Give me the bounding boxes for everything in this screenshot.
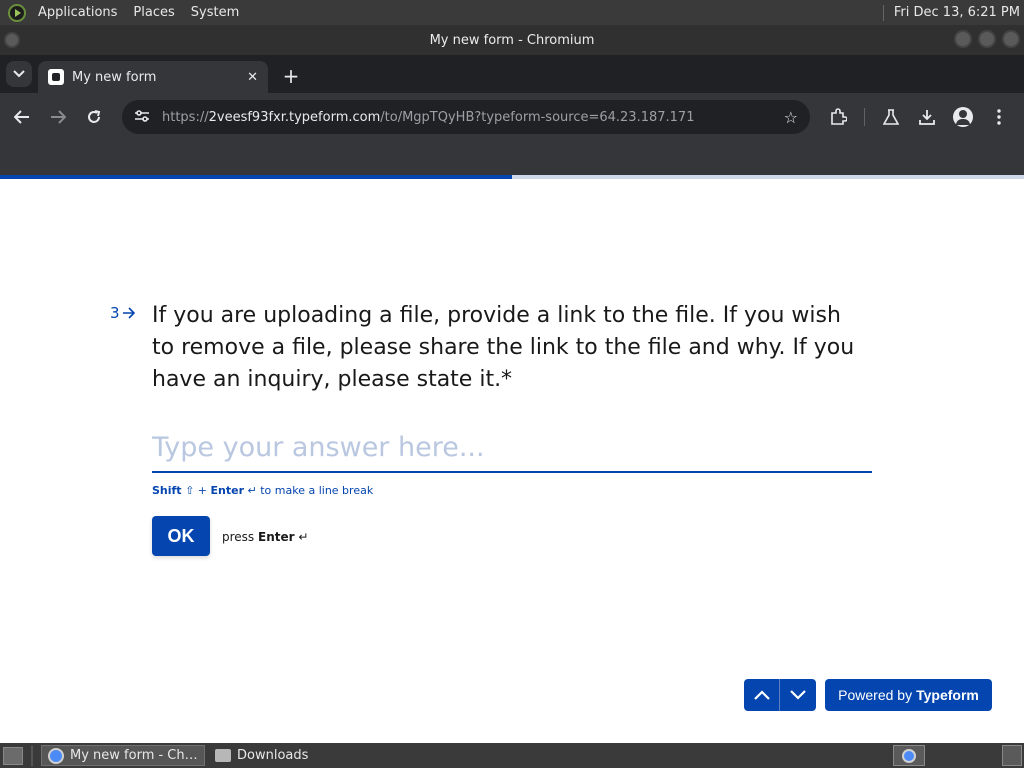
url-path: /to/MgpTQyHB?typeform-source=64.23.187.1… <box>380 109 695 125</box>
progress-bar-fill <box>0 175 512 179</box>
toolbar-bottom-area <box>0 141 1024 175</box>
question-number-text: 3 <box>110 304 120 322</box>
chevron-down-icon <box>790 690 806 700</box>
arrow-right-icon <box>122 307 135 319</box>
clock-text: Fri Dec 13, 6:21 PM <box>893 5 1020 20</box>
line-break-hint: Shift ⇧ + Enter ↵ to make a line break <box>152 484 373 497</box>
window-titlebar[interactable]: My new form - Chromium <box>0 25 1024 55</box>
reload-icon <box>88 110 101 123</box>
next-question-button[interactable] <box>780 679 816 711</box>
site-settings-icon[interactable] <box>134 109 150 125</box>
hint-shift: Shift <box>152 484 182 497</box>
enter-key-icon: ↵ <box>298 530 309 544</box>
typeform-favicon-icon <box>48 69 64 85</box>
press-label: press <box>222 530 255 544</box>
press-enter-key: Enter <box>258 530 295 544</box>
toolbar-divider <box>864 108 865 126</box>
browser-toolbar: https://2veesf93fxr.typeform.com/to/MgpT… <box>0 93 1024 141</box>
taskbar-separator <box>31 745 33 766</box>
new-tab-button[interactable]: + <box>278 63 304 89</box>
system-menu[interactable]: System <box>183 5 247 20</box>
answer-field-wrapper <box>152 427 872 473</box>
url-prefix: https:// <box>162 109 209 125</box>
window-title: My new form - Chromium <box>429 32 595 48</box>
enter-key-icon: ↵ <box>247 484 257 497</box>
panel-separator <box>882 4 884 21</box>
taskbar-item-label: My new form - Chro... <box>70 748 198 763</box>
show-desktop-button[interactable] <box>3 746 23 765</box>
arrow-right-icon <box>51 110 66 124</box>
reload-button[interactable] <box>76 99 112 135</box>
answer-input[interactable] <box>152 427 872 467</box>
question-navigation <box>744 679 816 711</box>
question-text: If you are uploading a file, provide a l… <box>152 303 855 392</box>
more-menu-icon[interactable] <box>989 107 1009 127</box>
taskbar-item-downloads[interactable]: Downloads <box>209 745 379 766</box>
address-bar[interactable]: https://2veesf93fxr.typeform.com/to/MgpT… <box>122 100 810 134</box>
chromium-icon <box>48 747 64 764</box>
powered-by-label: Powered by <box>838 687 913 703</box>
arrow-left-icon <box>14 110 29 124</box>
tab-strip: My new form ✕ + <box>0 55 1024 93</box>
tab-search-button[interactable] <box>6 61 32 87</box>
bookmark-star-icon[interactable]: ☆ <box>784 108 798 127</box>
labs-flask-icon[interactable] <box>881 107 901 127</box>
hint-rest: to make a line break <box>260 484 374 497</box>
distro-logo-icon[interactable] <box>8 3 26 22</box>
chevron-up-icon <box>753 690 770 700</box>
typeform-page: 3 If you are uploading a file, provide a… <box>0 175 1024 743</box>
toolbar-actions <box>828 107 1009 127</box>
previous-question-button[interactable] <box>744 679 780 711</box>
back-button[interactable] <box>4 99 40 135</box>
press-enter-hint: press Enter ↵ <box>222 530 308 544</box>
url-host: 2veesf93fxr.typeform.com <box>208 109 381 125</box>
minimize-button[interactable] <box>954 30 972 48</box>
shift-key-icon: ⇧ <box>185 484 195 497</box>
forward-button[interactable] <box>40 99 76 135</box>
chromium-icon <box>902 748 916 763</box>
close-tab-icon[interactable]: ✕ <box>247 70 258 85</box>
tab-title: My new form <box>72 69 157 85</box>
download-icon[interactable] <box>917 107 937 127</box>
taskbar-item-label: Downloads <box>237 748 309 763</box>
profile-avatar-icon[interactable] <box>953 107 973 127</box>
close-window-button[interactable] <box>1002 30 1020 48</box>
folder-icon <box>215 749 231 762</box>
window-menu-button[interactable] <box>4 32 20 48</box>
powered-by-typeform-button[interactable]: Powered by Typeform <box>825 679 992 711</box>
progress-bar <box>0 175 1024 179</box>
extensions-icon[interactable] <box>828 107 848 127</box>
chevron-down-icon <box>13 70 25 78</box>
question-number: 3 <box>110 304 136 322</box>
places-menu[interactable]: Places <box>125 5 182 20</box>
maximize-button[interactable] <box>978 30 996 48</box>
ok-button[interactable]: OK <box>152 516 210 556</box>
taskbar-item-chromium[interactable]: My new form - Chro... <box>41 745 205 766</box>
applications-menu[interactable]: Applications <box>30 5 125 20</box>
bottom-taskbar: My new form - Chro... Downloads <box>0 743 1024 768</box>
window-controls <box>954 30 1020 48</box>
clock[interactable]: Fri Dec 13, 6:21 PM <box>882 4 1024 21</box>
tab-my-new-form[interactable]: My new form ✕ <box>38 61 268 93</box>
hint-enter: Enter <box>210 484 245 497</box>
system-top-panel: Applications Places System Fri Dec 13, 6… <box>0 0 1024 25</box>
hint-plus: + <box>197 484 208 497</box>
tray-chromium-button[interactable] <box>893 745 925 766</box>
workspace-switcher[interactable] <box>1002 745 1022 766</box>
powered-by-brand: Typeform <box>916 687 979 703</box>
